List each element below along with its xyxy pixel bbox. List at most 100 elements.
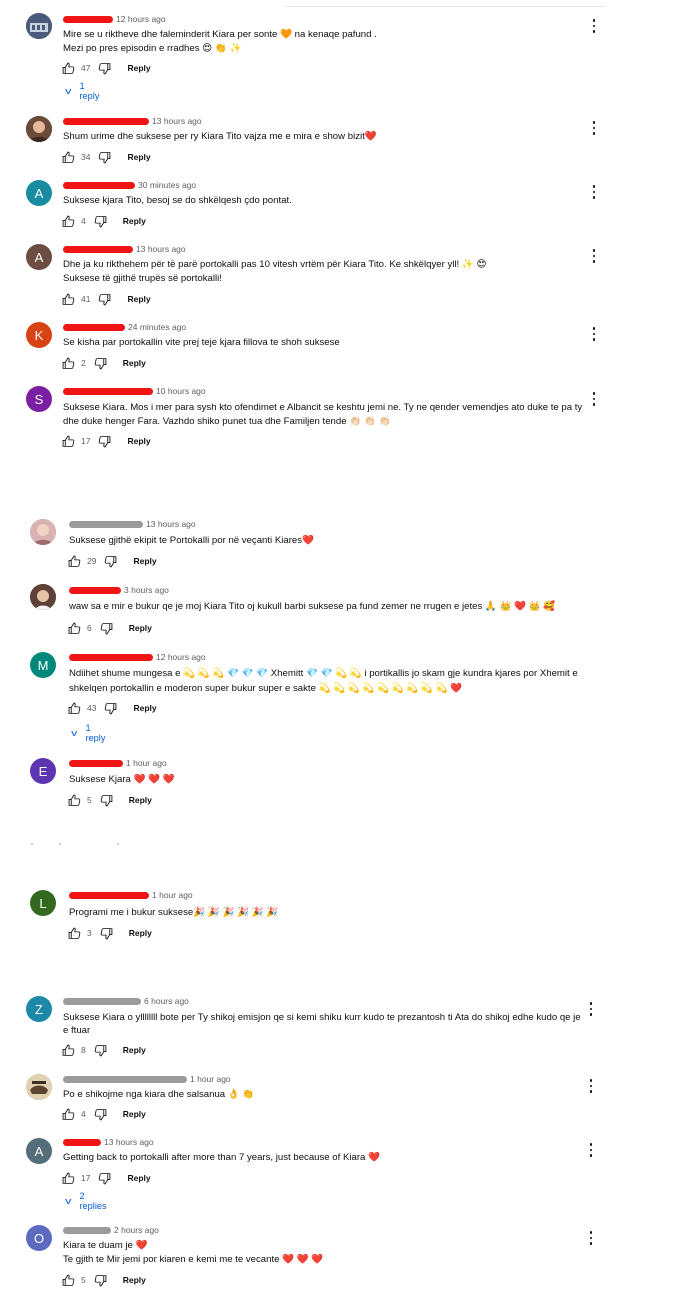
avatar-letter: S — [34, 391, 44, 407]
thumbs-down-icon[interactable] — [94, 1274, 107, 1287]
view-replies-link[interactable]: v 2 replies — [65, 1191, 106, 1211]
reply-button[interactable]: Reply — [123, 1045, 146, 1055]
reply-button[interactable]: Reply — [127, 1173, 150, 1183]
thumbs-up-icon[interactable] — [62, 1108, 75, 1121]
like-count: 5 — [87, 795, 92, 805]
thumbs-up-icon[interactable] — [68, 927, 81, 940]
avatar-letter: O — [33, 1230, 45, 1246]
reply-button[interactable]: Reply — [129, 795, 152, 805]
avatar-letter: L — [39, 895, 47, 911]
reply-button[interactable]: Reply — [129, 623, 152, 633]
comment-time: 1 hour ago — [126, 758, 167, 768]
avatar[interactable]: A — [26, 244, 52, 270]
like-count: 2 — [81, 358, 86, 368]
avatar[interactable]: A — [26, 180, 52, 206]
view-replies-link[interactable]: v 1 reply — [65, 81, 99, 101]
reply-button[interactable]: Reply — [123, 216, 146, 226]
more-options-icon[interactable] — [590, 18, 598, 34]
reply-button[interactable]: Reply — [127, 436, 150, 446]
thumbs-up-icon[interactable] — [62, 435, 75, 448]
reply-button[interactable]: Reply — [127, 294, 150, 304]
more-options-icon[interactable] — [590, 326, 598, 342]
thumbs-down-icon[interactable] — [104, 555, 117, 568]
thumbs-down-icon[interactable] — [94, 357, 107, 370]
thumbs-down-icon[interactable] — [100, 794, 113, 807]
thumbs-down-icon[interactable] — [98, 435, 111, 448]
reply-button[interactable]: Reply — [127, 152, 150, 162]
avatar[interactable]: Z — [26, 996, 52, 1022]
thumbs-down-icon[interactable] — [100, 622, 113, 635]
thumbs-up-icon[interactable] — [62, 1274, 75, 1287]
divider-dot — [31, 843, 33, 845]
redacted-username — [63, 15, 113, 23]
more-options-icon[interactable] — [590, 184, 598, 200]
thumbs-up-icon[interactable] — [68, 794, 81, 807]
thumbs-down-icon[interactable] — [94, 215, 107, 228]
avatar[interactable] — [30, 584, 56, 610]
thumbs-down-icon[interactable] — [104, 702, 117, 715]
reply-button[interactable]: Reply — [129, 928, 152, 938]
comment-time: 1 hour ago — [190, 1074, 231, 1084]
thumbs-down-icon[interactable] — [98, 1172, 111, 1185]
thumbs-down-icon[interactable] — [94, 1108, 107, 1121]
redacted-username — [63, 1226, 111, 1234]
thumbs-down-icon[interactable] — [94, 1044, 107, 1057]
reply-button[interactable]: Reply — [127, 63, 150, 73]
like-count: 17 — [81, 1173, 91, 1183]
thumbs-up-icon[interactable] — [62, 357, 75, 370]
thumbs-down-icon[interactable] — [98, 293, 111, 306]
like-count: 41 — [81, 294, 91, 304]
more-options-icon[interactable] — [587, 1001, 595, 1017]
thumbs-up-icon[interactable] — [62, 293, 75, 306]
avatar[interactable]: M — [30, 652, 56, 678]
thumbs-up-icon[interactable] — [62, 151, 75, 164]
thumbs-up-icon[interactable] — [68, 622, 81, 635]
avatar[interactable] — [26, 13, 52, 39]
thumbs-up-icon[interactable] — [62, 1044, 75, 1057]
reply-button[interactable]: Reply — [133, 703, 156, 713]
avatar[interactable]: O — [26, 1225, 52, 1251]
like-count: 34 — [81, 152, 91, 162]
thumbs-up-icon[interactable] — [68, 555, 81, 568]
more-options-icon[interactable] — [587, 1078, 595, 1094]
like-count: 8 — [81, 1045, 86, 1055]
avatar[interactable] — [26, 116, 52, 142]
comment-text-line: Mire se u riktheve dhe faleminderit Kiar… — [63, 29, 377, 40]
thumbs-up-icon[interactable] — [62, 1172, 75, 1185]
more-options-icon[interactable] — [590, 120, 598, 136]
like-count: 3 — [87, 928, 92, 938]
redacted-username — [63, 997, 141, 1005]
thumbs-up-icon[interactable] — [68, 702, 81, 715]
view-replies-link[interactable]: v 1 reply — [71, 723, 105, 743]
reply-button[interactable]: Reply — [123, 1275, 146, 1285]
comment-text-line: Suksese të gjithë trupës së portokalli! — [63, 273, 222, 284]
avatar[interactable] — [30, 519, 56, 545]
thumbs-down-icon[interactable] — [98, 151, 111, 164]
thumbs-up-icon[interactable] — [62, 215, 75, 228]
divider-dot — [117, 843, 119, 845]
thumbs-down-icon[interactable] — [100, 927, 113, 940]
avatar[interactable]: S — [26, 386, 52, 412]
comment-time: 10 hours ago — [156, 386, 206, 396]
more-options-icon[interactable] — [590, 391, 598, 407]
thumbs-up-icon[interactable] — [62, 62, 75, 75]
reply-button[interactable]: Reply — [133, 556, 156, 566]
avatar[interactable] — [26, 1074, 52, 1100]
more-options-icon[interactable] — [590, 248, 598, 264]
thumbs-down-icon[interactable] — [98, 62, 111, 75]
reply-button[interactable]: Reply — [123, 358, 146, 368]
redacted-username — [69, 586, 121, 594]
avatar[interactable]: A — [26, 1138, 52, 1164]
redacted-username — [63, 245, 133, 253]
more-options-icon[interactable] — [587, 1142, 595, 1158]
avatar-letter: M — [37, 657, 49, 673]
avatar[interactable]: K — [26, 322, 52, 348]
chevron-down-icon: v — [71, 728, 78, 738]
reply-button[interactable]: Reply — [123, 1109, 146, 1119]
avatar[interactable]: E — [30, 758, 56, 784]
like-count: 4 — [81, 1109, 86, 1119]
more-options-icon[interactable] — [587, 1230, 595, 1246]
comment-time: 24 minutes ago — [128, 322, 187, 332]
avatar[interactable]: L — [30, 890, 56, 916]
comment-text-line: Dhe ja ku rikthehem për të parë portokal… — [63, 259, 487, 270]
